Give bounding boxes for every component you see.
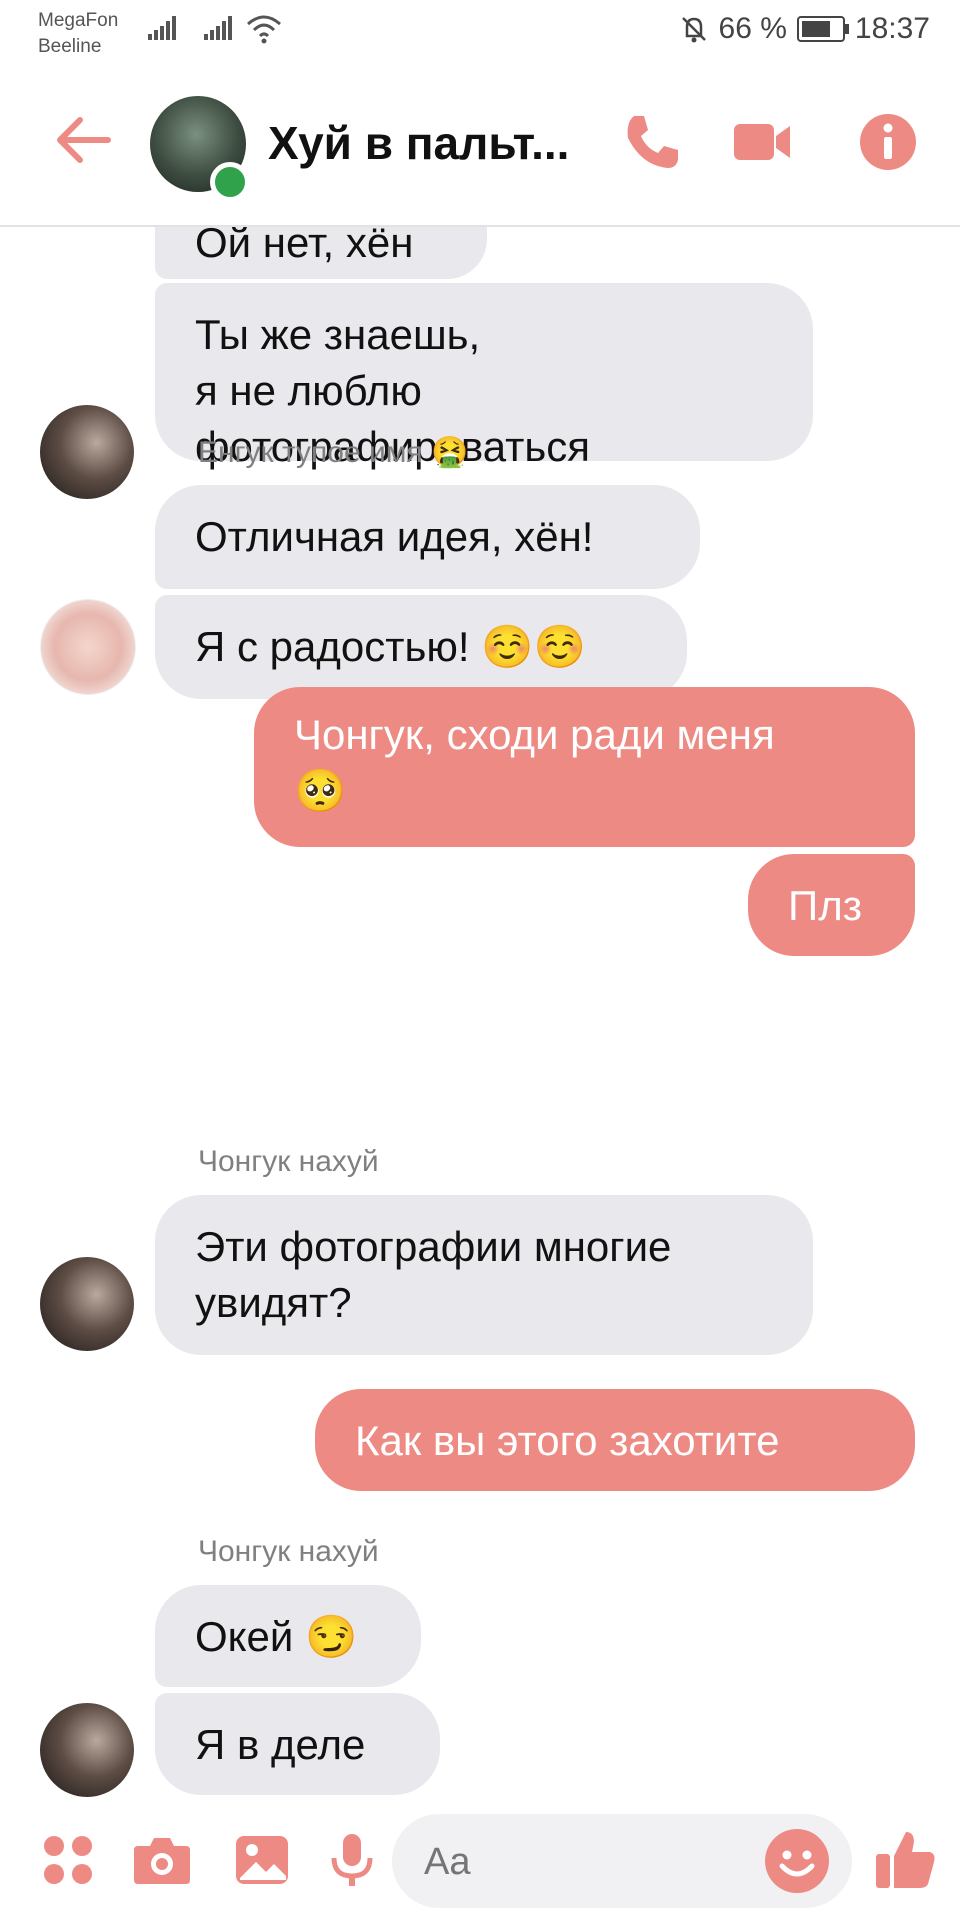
message-bubble-outgoing[interactable]: Плз	[748, 854, 915, 956]
sender-avatar[interactable]	[40, 599, 136, 695]
message-line: увидят?	[195, 1279, 352, 1326]
message-bubble-incoming[interactable]: Отличная идея, хён!	[155, 485, 700, 589]
message-line: я не люблю	[195, 367, 422, 414]
message-input[interactable]	[422, 1838, 756, 1886]
message-bubble-incoming[interactable]: Эти фотографии многие увидят?	[155, 1195, 813, 1355]
message-line: Чонгук, сходи ради меня	[294, 711, 775, 758]
battery-icon	[796, 16, 849, 42]
message-line: 🥺	[294, 767, 347, 814]
phone-icon[interactable]	[620, 110, 684, 174]
chat-title[interactable]: Хуй в пальт...	[268, 116, 569, 170]
wifi-icon	[247, 15, 281, 44]
signal-2-icon	[204, 16, 234, 40]
message-bubble-outgoing[interactable]: Чонгук, сходи ради меня 🥺	[254, 687, 915, 847]
microphone-icon[interactable]	[322, 1830, 382, 1890]
sender-avatar[interactable]	[40, 405, 134, 499]
clock: 18:37	[854, 12, 930, 45]
carrier-2: Beeline	[38, 36, 102, 57]
message-input-container[interactable]	[392, 1814, 852, 1908]
camera-icon[interactable]	[132, 1830, 192, 1890]
online-indicator	[210, 162, 250, 202]
sender-name: Чонгук нахуй	[198, 1535, 379, 1568]
thumbs-up-icon[interactable]	[872, 1826, 940, 1894]
video-camera-icon[interactable]	[730, 110, 794, 174]
message-list[interactable]: Ой нет, хён Ты же знаешь, я не люблю фот…	[0, 227, 960, 1797]
sender-name: Енгук тупое имя 🤮	[198, 436, 469, 469]
message-bubble-outgoing[interactable]: Как вы этого захотите	[315, 1389, 915, 1491]
signal-1-icon	[148, 16, 178, 40]
message-line: Ты же знаешь,	[195, 311, 481, 358]
apps-icon[interactable]	[38, 1830, 98, 1890]
battery-percent: 66 %	[718, 12, 787, 45]
gallery-icon[interactable]	[232, 1830, 292, 1890]
message-bubble-incoming[interactable]: Я с радостью! ☺️☺️	[155, 595, 687, 699]
carrier-1: MegaFon	[38, 10, 119, 31]
sender-avatar[interactable]	[40, 1703, 134, 1797]
back-arrow-icon[interactable]	[52, 108, 116, 172]
emoji-icon[interactable]	[764, 1828, 830, 1894]
message-bubble-incoming[interactable]: Я в деле	[155, 1693, 440, 1795]
message-line: Эти фотографии многие	[195, 1223, 672, 1270]
info-icon[interactable]	[856, 110, 920, 174]
message-composer	[0, 1800, 960, 1920]
carrier-labels: MegaFon Beeline	[38, 8, 118, 60]
chat-header: Хуй в пальт...	[0, 70, 960, 227]
status-bar: MegaFon Beeline 66 % 18:37	[0, 0, 960, 70]
sender-name: Чонгук нахуй	[198, 1145, 379, 1178]
message-bubble-incoming[interactable]: Ой нет, хён	[155, 227, 487, 279]
message-bubble-incoming[interactable]: Окей 😏	[155, 1585, 421, 1687]
sender-avatar[interactable]	[40, 1257, 134, 1351]
mute-bell-icon	[681, 17, 706, 43]
